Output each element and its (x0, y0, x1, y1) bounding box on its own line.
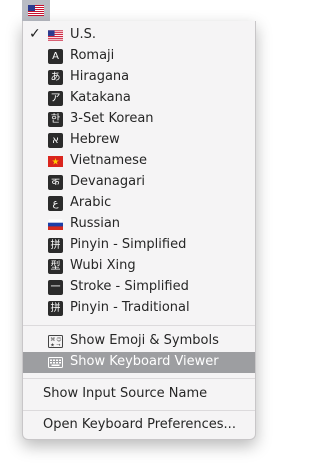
russia-flag-icon (48, 217, 63, 232)
menu-item-pinyin-traditional[interactable]: 拼 Pinyin - Traditional (23, 298, 255, 319)
menu-item-label: Romaji (70, 48, 115, 63)
menu-item-label: Show Input Source Name (43, 386, 208, 401)
menu-item-show-keyboard-viewer[interactable]: Show Keyboard Viewer (23, 352, 255, 373)
menu-item-label: Hebrew (70, 132, 120, 147)
menu-separator (23, 410, 255, 411)
keyboard-viewer-icon (48, 355, 63, 370)
emoji-symbols-icon: ⌘ ☺ ★ → (48, 334, 63, 349)
menu-item-label: Pinyin - Traditional (70, 300, 190, 315)
pinyin-traditional-icon: 拼 (48, 301, 63, 316)
us-flag-icon (28, 5, 44, 16)
menu-item-label: Open Keyboard Preferences... (43, 417, 236, 432)
menu-item-label: Vietnamese (70, 153, 147, 168)
menu-item-us[interactable]: ✓ U.S. (23, 25, 255, 46)
menu-separator (23, 325, 255, 326)
katakana-icon: ア (48, 91, 63, 106)
menu-item-show-input-source-name[interactable]: Show Input Source Name (23, 384, 255, 405)
menu-item-devanagari[interactable]: क Devanagari (23, 172, 255, 193)
korean-icon: 한 (48, 112, 63, 127)
devanagari-icon: क (48, 175, 63, 190)
svg-text:★: ★ (50, 343, 55, 349)
menu-item-hebrew[interactable]: א Hebrew (23, 130, 255, 151)
pinyin-simplified-icon: 拼 (48, 238, 63, 253)
menu-item-pinyin-simplified[interactable]: 拼 Pinyin - Simplified (23, 235, 255, 256)
menu-item-katakana[interactable]: ア Katakana (23, 88, 255, 109)
romaji-icon: A (48, 49, 63, 64)
menu-item-label: Katakana (70, 90, 131, 105)
stroke-icon: 一 (48, 280, 63, 295)
menu-item-vietnamese[interactable]: Vietnamese (23, 151, 255, 172)
menu-item-stroke-simplified[interactable]: 一 Stroke - Simplified (23, 277, 255, 298)
svg-text:→: → (56, 343, 60, 349)
input-source-menu: ✓ U.S. A Romaji あ Hiragana ア Katakana 한 (22, 21, 256, 440)
menu-item-label: 3-Set Korean (70, 111, 154, 126)
menu-item-label: Arabic (70, 195, 112, 210)
vietnam-flag-icon (48, 154, 63, 169)
menu-item-label: Pinyin - Simplified (70, 237, 187, 252)
input-menu-flag-button[interactable] (22, 0, 50, 21)
menu-item-label: U.S. (70, 27, 97, 42)
checkmark-icon: ✓ (29, 26, 41, 42)
us-flag-icon (48, 28, 63, 43)
menu-item-russian[interactable]: Russian (23, 214, 255, 235)
menu-item-hiragana[interactable]: あ Hiragana (23, 67, 255, 88)
menu-item-show-emoji-symbols[interactable]: ⌘ ☺ ★ → Show Emoji & Symbols (23, 331, 255, 352)
menu-item-romaji[interactable]: A Romaji (23, 46, 255, 67)
menu-item-open-keyboard-preferences[interactable]: Open Keyboard Preferences... (23, 415, 255, 436)
menu-item-label: Show Keyboard Viewer (70, 354, 219, 369)
menu-item-label: Hiragana (70, 69, 130, 84)
menu-item-wubi-xing[interactable]: 型 Wubi Xing (23, 256, 255, 277)
hebrew-icon: א (48, 133, 63, 148)
menu-item-arabic[interactable]: ع Arabic (23, 193, 255, 214)
menu-item-label: Devanagari (70, 174, 146, 189)
menu-item-label: Russian (70, 216, 121, 231)
wubi-icon: 型 (48, 259, 63, 274)
arabic-icon: ع (48, 196, 63, 211)
menu-item-label: Stroke - Simplified (70, 279, 189, 294)
menu-item-label: Wubi Xing (70, 258, 136, 273)
menu-item-3-set-korean[interactable]: 한 3-Set Korean (23, 109, 255, 130)
hiragana-icon: あ (48, 70, 63, 85)
menu-separator (23, 378, 255, 379)
menu-item-label: Show Emoji & Symbols (70, 333, 219, 348)
